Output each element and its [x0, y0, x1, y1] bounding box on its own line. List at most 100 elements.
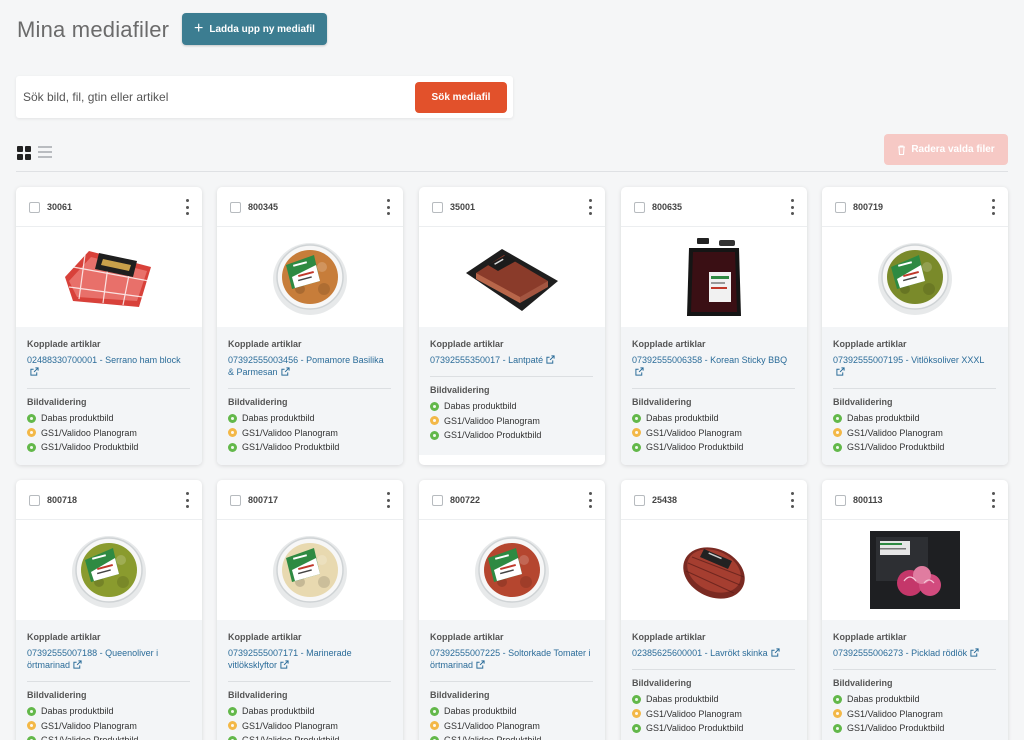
- status-ok-icon: [632, 413, 641, 423]
- validation-item: GS1/Validoo Produktbild: [833, 721, 996, 736]
- validation-label: Bildvalidering: [632, 678, 692, 688]
- select-checkbox[interactable]: [29, 202, 40, 213]
- status-ok-icon: [27, 735, 36, 740]
- delete-selected-button[interactable]: Radera valda filer: [884, 134, 1008, 165]
- linked-article-link[interactable]: 07392555006273 - Picklad rödlök: [833, 647, 996, 659]
- media-card[interactable]: 800718 Kopplade artiklar 07392555007188 …: [16, 480, 202, 740]
- status-ok-icon: [27, 442, 36, 452]
- select-checkbox[interactable]: [230, 202, 241, 213]
- status-ok-icon: [632, 442, 641, 452]
- product-image[interactable]: [217, 520, 403, 620]
- status-ok-icon: [833, 694, 842, 704]
- card-details: Kopplade artiklar 07392555007195 - Vitlö…: [822, 327, 1008, 465]
- card-divider: [833, 388, 996, 389]
- media-card[interactable]: 800722 Kopplade artiklar 07392555007225 …: [419, 480, 605, 740]
- more-options-icon[interactable]: [992, 492, 996, 508]
- linked-article-link[interactable]: 07392555003456 - Pomamore Basilika & Par…: [228, 354, 391, 378]
- upload-media-button[interactable]: + Ladda upp ny mediafil: [182, 13, 327, 45]
- linked-articles-label: Kopplade artiklar: [632, 632, 706, 642]
- product-image[interactable]: [16, 227, 202, 327]
- linked-article-link[interactable]: 07392555350017 - Lantpaté: [430, 354, 593, 366]
- status-ok-icon: [833, 442, 842, 452]
- card-divider: [228, 388, 391, 389]
- status-warning-icon: [27, 428, 36, 438]
- media-card[interactable]: 800717 Kopplade artiklar 07392555007171 …: [217, 480, 403, 740]
- validation-item: Dabas produktbild: [632, 411, 795, 426]
- list-view-icon[interactable]: [38, 146, 52, 160]
- validation-item: GS1/Validoo Produktbild: [228, 440, 391, 455]
- validation-item: GS1/Validoo Planogram: [228, 426, 391, 441]
- card-divider: [833, 669, 996, 670]
- external-link-icon: [546, 355, 555, 364]
- page-title: Mina mediafiler: [17, 17, 170, 42]
- upload-media-label: Ladda upp ny mediafil: [209, 23, 315, 35]
- linked-article-link[interactable]: 07392555007225 - Soltorkade Tomater i ör…: [430, 647, 593, 671]
- select-checkbox[interactable]: [29, 495, 40, 506]
- card-details: Kopplade artiklar 07392555006273 - Pickl…: [822, 620, 1008, 740]
- grid-view-icon[interactable]: [17, 146, 31, 160]
- linked-article-link[interactable]: 02488330700001 - Serrano ham block: [27, 354, 190, 378]
- validation-item: Dabas produktbild: [228, 411, 391, 426]
- card-header: 800722: [419, 480, 605, 520]
- product-image[interactable]: [621, 227, 807, 327]
- more-options-icon[interactable]: [186, 199, 190, 215]
- more-options-icon[interactable]: [387, 199, 391, 215]
- media-card[interactable]: 25438 Kopplade artiklar 02385625600001 -…: [621, 480, 807, 740]
- media-card[interactable]: 800635 Kopplade artiklar 07392555006358 …: [621, 187, 807, 465]
- select-checkbox[interactable]: [432, 495, 443, 506]
- more-options-icon[interactable]: [791, 199, 795, 215]
- linked-article-link[interactable]: 02385625600001 - Lavrökt skinka: [632, 647, 795, 659]
- status-ok-icon: [430, 401, 439, 411]
- more-options-icon[interactable]: [992, 199, 996, 215]
- media-card[interactable]: 800113 Kopplade artiklar 07392555006273 …: [822, 480, 1008, 740]
- status-ok-icon: [833, 723, 842, 733]
- toolbar-divider: [16, 171, 1008, 172]
- media-card[interactable]: 800719 Kopplade artiklar 07392555007195 …: [822, 187, 1008, 465]
- card-divider: [228, 681, 391, 682]
- more-options-icon[interactable]: [387, 492, 391, 508]
- select-checkbox[interactable]: [835, 202, 846, 213]
- linked-articles-label: Kopplade artiklar: [430, 632, 504, 642]
- linked-article-link[interactable]: 07392555007195 - Vitlöksoliver XXXL: [833, 354, 996, 378]
- validation-item: GS1/Validoo Planogram: [228, 719, 391, 734]
- external-link-icon: [73, 660, 82, 669]
- validation-label: Bildvalidering: [228, 690, 288, 700]
- more-options-icon[interactable]: [791, 492, 795, 508]
- card-details: Kopplade artiklar 02385625600001 - Lavrö…: [621, 620, 807, 740]
- product-image[interactable]: [217, 227, 403, 327]
- linked-article-link[interactable]: 07392555007188 - Queenoliver i örtmarina…: [27, 647, 190, 671]
- select-checkbox[interactable]: [634, 202, 645, 213]
- media-card[interactable]: 800345 Kopplade artiklar 07392555003456 …: [217, 187, 403, 465]
- external-link-icon: [836, 367, 845, 376]
- search-button[interactable]: Sök mediafil: [415, 82, 507, 113]
- linked-article-link[interactable]: 07392555006358 - Korean Sticky BBQ: [632, 354, 795, 378]
- card-details: Kopplade artiklar 02488330700001 - Serra…: [16, 327, 202, 465]
- linked-articles-label: Kopplade artiklar: [632, 339, 706, 349]
- status-ok-icon: [833, 413, 842, 423]
- linked-articles-label: Kopplade artiklar: [228, 339, 302, 349]
- select-checkbox[interactable]: [230, 495, 241, 506]
- status-warning-icon: [833, 709, 842, 719]
- card-header: 800717: [217, 480, 403, 520]
- product-image[interactable]: [419, 520, 605, 620]
- linked-article-link[interactable]: 07392555007171 - Marinerade vitlöksklyft…: [228, 647, 391, 671]
- card-header: 800718: [16, 480, 202, 520]
- more-options-icon[interactable]: [589, 492, 593, 508]
- select-checkbox[interactable]: [835, 495, 846, 506]
- product-image[interactable]: [822, 520, 1008, 620]
- more-options-icon[interactable]: [186, 492, 190, 508]
- media-card[interactable]: 30061 Kopplade artiklar 02488330700001 -…: [16, 187, 202, 465]
- search-input[interactable]: [23, 84, 413, 110]
- media-card[interactable]: 35001 Kopplade artiklar 07392555350017 -…: [419, 187, 605, 465]
- more-options-icon[interactable]: [589, 199, 593, 215]
- product-image[interactable]: [419, 227, 605, 327]
- product-image[interactable]: [822, 227, 1008, 327]
- product-image[interactable]: [621, 520, 807, 620]
- card-id: 800113: [853, 495, 883, 505]
- product-image[interactable]: [16, 520, 202, 620]
- validation-label: Bildvalidering: [228, 397, 288, 407]
- select-checkbox[interactable]: [634, 495, 645, 506]
- select-checkbox[interactable]: [432, 202, 443, 213]
- card-divider: [27, 681, 190, 682]
- validation-item: GS1/Validoo Produktbild: [632, 721, 795, 736]
